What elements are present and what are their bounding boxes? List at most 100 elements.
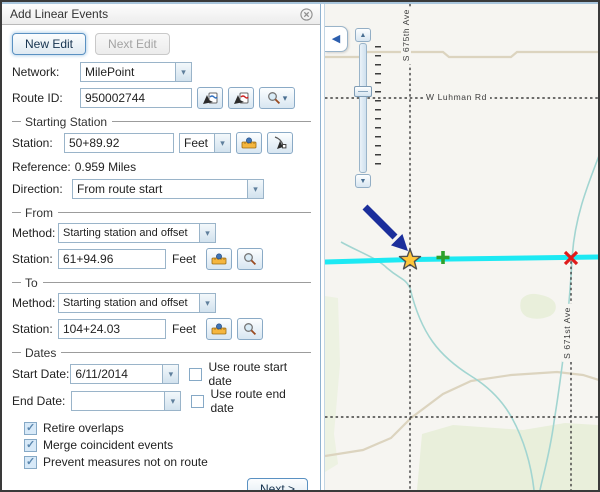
clear-route-selection-button[interactable] bbox=[228, 87, 254, 109]
add-linear-events-panel: Add Linear Events New Edit Next Edit Net… bbox=[2, 4, 321, 490]
pick-measure-button[interactable] bbox=[236, 132, 262, 154]
direction-select[interactable]: From route start ▾ bbox=[72, 179, 264, 199]
retire-overlaps-checkbox[interactable] bbox=[24, 422, 37, 435]
to-method-value: Starting station and offset bbox=[59, 294, 199, 312]
network-label: Network: bbox=[12, 65, 80, 79]
road-label-vertical-left: S 675th Ave bbox=[401, 6, 411, 64]
route-id-value: 950002744 bbox=[85, 91, 145, 105]
direction-value: From route start bbox=[73, 180, 247, 198]
start-date-select[interactable]: 6/11/2014 ▾ bbox=[70, 364, 179, 384]
end-date-label: End Date: bbox=[12, 394, 71, 408]
units-select[interactable]: Feet ▾ bbox=[179, 133, 231, 153]
chevron-down-icon[interactable]: ▾ bbox=[247, 180, 263, 198]
chevron-down-icon[interactable]: ▾ bbox=[162, 365, 178, 383]
starting-station-value: 50+89.92 bbox=[69, 136, 119, 150]
from-legend: From bbox=[25, 206, 53, 220]
app-window: Add Linear Events New Edit Next Edit Net… bbox=[0, 0, 600, 492]
map-canvas[interactable]: W Luhman Rd S 675th Ave S 671st Ave ◀ ▲ … bbox=[324, 4, 598, 490]
to-method-select[interactable]: Starting station and offset ▾ bbox=[58, 293, 216, 313]
starting-station-input[interactable]: 50+89.92 bbox=[64, 133, 174, 153]
zoom-slider-track[interactable] bbox=[359, 43, 367, 173]
to-section-header: To bbox=[12, 276, 311, 289]
magnifier-icon bbox=[243, 252, 257, 266]
ruler-measure-icon bbox=[211, 323, 227, 336]
to-method-label: Method: bbox=[12, 296, 58, 310]
start-date-value: 6/11/2014 bbox=[71, 365, 162, 383]
use-route-end-date-label: Use route end date bbox=[210, 387, 311, 415]
to-station-label: Station: bbox=[12, 322, 58, 336]
from-zoom-to-button[interactable] bbox=[237, 248, 263, 270]
from-method-label: Method: bbox=[12, 226, 58, 240]
from-station-input[interactable]: 61+94.96 bbox=[58, 249, 166, 269]
use-route-end-date-checkbox[interactable] bbox=[191, 395, 204, 408]
route-highlight-line bbox=[325, 257, 598, 262]
arrow-annotation bbox=[365, 207, 408, 251]
route-id-label: Route ID: bbox=[12, 91, 80, 105]
magnifier-icon bbox=[267, 91, 281, 105]
start-date-label: Start Date: bbox=[12, 367, 70, 381]
from-units-label: Feet bbox=[172, 252, 196, 266]
starting-station-section-header: Starting Station bbox=[12, 115, 311, 128]
from-method-value: Starting station and offset bbox=[59, 224, 199, 242]
to-units-label: Feet bbox=[172, 322, 196, 336]
panel-header: Add Linear Events bbox=[2, 4, 320, 25]
select-route-icon bbox=[202, 91, 218, 106]
dates-section-header: Dates bbox=[12, 346, 311, 359]
zoom-slider-ticks bbox=[375, 46, 381, 172]
station-label: Station: bbox=[12, 136, 64, 150]
new-edit-button[interactable]: New Edit bbox=[12, 33, 86, 55]
units-value: Feet bbox=[180, 134, 214, 152]
prevent-measures-label: Prevent measures not on route bbox=[43, 455, 208, 469]
starting-station-legend: Starting Station bbox=[25, 115, 107, 129]
panel-collapse-tab[interactable]: ◀ bbox=[325, 26, 348, 52]
to-pick-measure-button[interactable] bbox=[206, 318, 232, 340]
merge-coincident-events-label: Merge coincident events bbox=[43, 438, 173, 452]
chevron-down-icon[interactable]: ▾ bbox=[199, 294, 215, 312]
chevron-down-icon[interactable]: ▾ bbox=[175, 63, 191, 81]
dates-legend: Dates bbox=[25, 346, 56, 360]
select-station-on-map-button[interactable] bbox=[267, 132, 293, 154]
prevent-measures-checkbox[interactable] bbox=[24, 456, 37, 469]
select-route-on-map-button[interactable] bbox=[197, 87, 223, 109]
ruler-measure-icon bbox=[241, 137, 257, 150]
chevron-down-icon[interactable]: ▾ bbox=[199, 224, 215, 242]
direction-label: Direction: bbox=[12, 182, 72, 196]
ruler-measure-icon bbox=[211, 253, 227, 266]
zoom-slider-handle[interactable] bbox=[354, 86, 372, 97]
from-method-select[interactable]: Starting station and offset ▾ bbox=[58, 223, 216, 243]
land-patches bbox=[325, 294, 598, 490]
to-station-input[interactable]: 104+24.03 bbox=[58, 319, 166, 339]
use-route-start-date-checkbox[interactable] bbox=[189, 368, 202, 381]
next-button[interactable]: Next > bbox=[247, 478, 308, 492]
road-label-horizontal: W Luhman Rd bbox=[423, 92, 490, 102]
retire-overlaps-label: Retire overlaps bbox=[43, 421, 124, 435]
from-section-header: From bbox=[12, 206, 311, 219]
use-route-start-date-label: Use route start date bbox=[208, 360, 311, 388]
from-pick-measure-button[interactable] bbox=[206, 248, 232, 270]
panel-body: New Edit Next Edit Network: MilePoint ▾ … bbox=[2, 25, 320, 492]
to-zoom-to-button[interactable] bbox=[237, 318, 263, 340]
chevron-down-icon[interactable]: ▾ bbox=[164, 392, 180, 410]
pointer-node-icon bbox=[273, 136, 288, 150]
plus-marker bbox=[437, 251, 450, 264]
panel-title: Add Linear Events bbox=[10, 7, 108, 21]
window-top-accent bbox=[2, 2, 598, 4]
to-station-value: 104+24.03 bbox=[63, 322, 120, 336]
reference-value: 0.959 Miles bbox=[75, 160, 136, 174]
merge-coincident-events-checkbox[interactable] bbox=[24, 439, 37, 452]
chevron-down-icon[interactable]: ▾ bbox=[214, 134, 230, 152]
from-station-label: Station: bbox=[12, 252, 58, 266]
reference-label: Reference: bbox=[12, 160, 71, 174]
network-value: MilePoint bbox=[81, 63, 175, 81]
magnifier-icon bbox=[243, 322, 257, 336]
route-zoom-menu-button[interactable]: ▾ bbox=[259, 87, 295, 109]
end-date-value bbox=[72, 392, 164, 410]
close-icon[interactable] bbox=[300, 8, 313, 21]
from-station-value: 61+94.96 bbox=[63, 252, 113, 266]
zoom-in-button[interactable]: ▲ bbox=[355, 28, 371, 42]
network-select[interactable]: MilePoint ▾ bbox=[80, 62, 192, 82]
end-date-select[interactable]: ▾ bbox=[71, 391, 181, 411]
collapse-left-icon: ◀ bbox=[332, 34, 340, 45]
zoom-out-button[interactable]: ▼ bbox=[355, 174, 371, 188]
route-id-input[interactable]: 950002744 bbox=[80, 88, 192, 108]
